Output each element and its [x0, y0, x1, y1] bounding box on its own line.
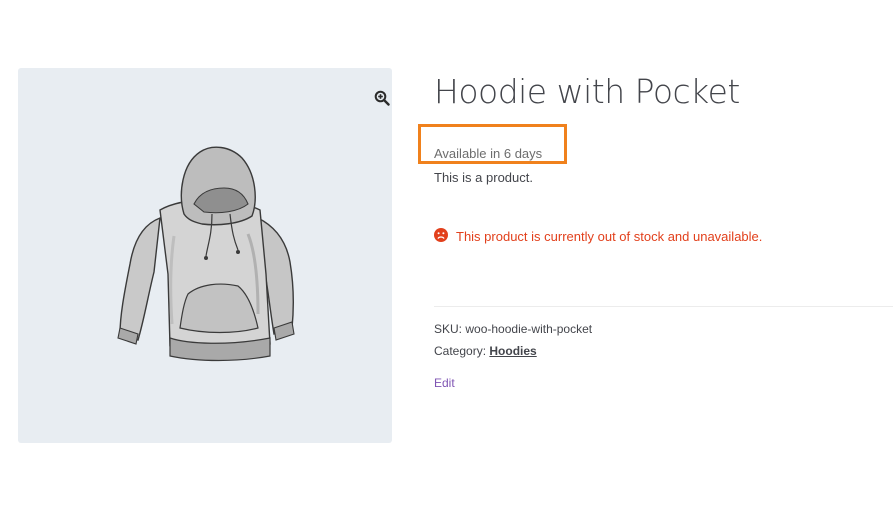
- availability-text: Available in 6 days: [434, 146, 543, 161]
- divider: [434, 306, 893, 307]
- category-line: Category: Hoodies: [434, 344, 537, 358]
- sku-label: SKU:: [434, 322, 463, 336]
- out-of-stock-notice: This product is currently out of stock a…: [434, 228, 762, 245]
- sku-line: SKU: woo-hoodie-with-pocket: [434, 322, 592, 336]
- category-label: Category:: [434, 344, 487, 358]
- product-page: Hoodie with Pocket Available in 6 days T…: [0, 0, 893, 515]
- sku-value: woo-hoodie-with-pocket: [465, 322, 593, 336]
- stock-notice-text: This product is currently out of stock a…: [456, 229, 763, 244]
- product-short-description: This is a product.: [434, 170, 533, 185]
- sad-face-icon: [434, 228, 448, 245]
- category-link-hoodies[interactable]: Hoodies: [489, 344, 536, 358]
- hoodie-image[interactable]: [108, 144, 308, 370]
- zoom-icon[interactable]: [370, 86, 394, 110]
- product-gallery: [18, 68, 392, 443]
- edit-link[interactable]: Edit: [434, 376, 455, 390]
- product-title: Hoodie with Pocket: [434, 72, 740, 111]
